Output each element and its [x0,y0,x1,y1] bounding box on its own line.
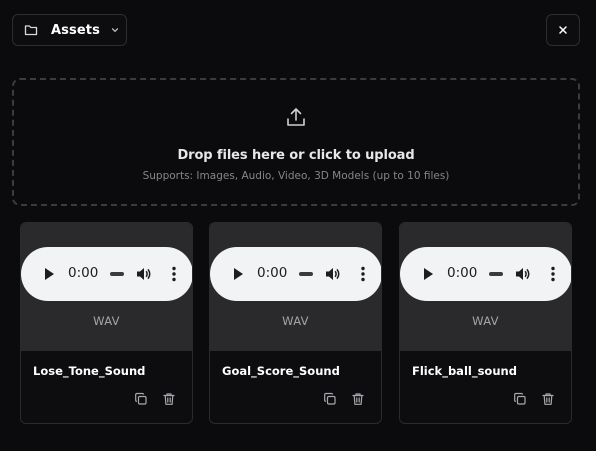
folder-dropdown[interactable]: Assets [12,14,127,46]
asset-card[interactable]: 0:00 WAV Flick_ball_sound [399,222,572,424]
copy-icon[interactable] [323,392,337,406]
trash-icon[interactable] [351,392,365,406]
asset-type: WAV [93,314,120,328]
progress-track[interactable] [110,272,124,276]
assets-panel: Assets Drop files here or click to uploa… [0,0,596,451]
audio-time: 0:00 [257,265,288,281]
copy-icon[interactable] [513,392,527,406]
upload-icon [285,106,307,128]
audio-time: 0:00 [68,265,99,281]
asset-name: Goal_Score_Sound [222,364,340,378]
audio-player[interactable]: 0:00 [210,247,381,301]
asset-actions [513,392,555,406]
asset-card[interactable]: 0:00 WAV Goal_Score_Sound [209,222,382,424]
close-icon [558,25,568,35]
folder-label: Assets [51,22,100,38]
dropzone-subtitle: Supports: Images, Audio, Video, 3D Model… [142,170,450,182]
folder-icon [24,23,38,37]
chevron-down-icon [110,25,120,35]
trash-icon[interactable] [541,392,555,406]
volume-icon[interactable] [324,265,342,283]
close-button[interactable] [546,14,580,46]
more-options-icon[interactable] [360,265,366,283]
more-options-icon[interactable] [550,265,556,283]
asset-actions [134,392,176,406]
asset-actions [323,392,365,406]
more-options-icon[interactable] [171,265,177,283]
asset-type: WAV [282,314,309,328]
audio-player[interactable]: 0:00 [400,247,571,301]
play-icon[interactable] [424,268,433,280]
asset-name: Flick_ball_sound [412,364,517,378]
play-icon[interactable] [234,268,243,280]
audio-player[interactable]: 0:00 [21,247,192,301]
volume-icon[interactable] [135,265,153,283]
dropzone-title: Drop files here or click to upload [177,148,415,163]
volume-icon[interactable] [514,265,532,283]
asset-type: WAV [472,314,499,328]
asset-card[interactable]: 0:00 WAV Lose_Tone_Sound [20,222,193,424]
progress-track[interactable] [489,272,503,276]
upload-dropzone[interactable]: Drop files here or click to upload Suppo… [12,78,580,206]
copy-icon[interactable] [134,392,148,406]
audio-time: 0:00 [447,265,478,281]
progress-track[interactable] [299,272,313,276]
play-icon[interactable] [45,268,54,280]
asset-name: Lose_Tone_Sound [33,364,146,378]
trash-icon[interactable] [162,392,176,406]
